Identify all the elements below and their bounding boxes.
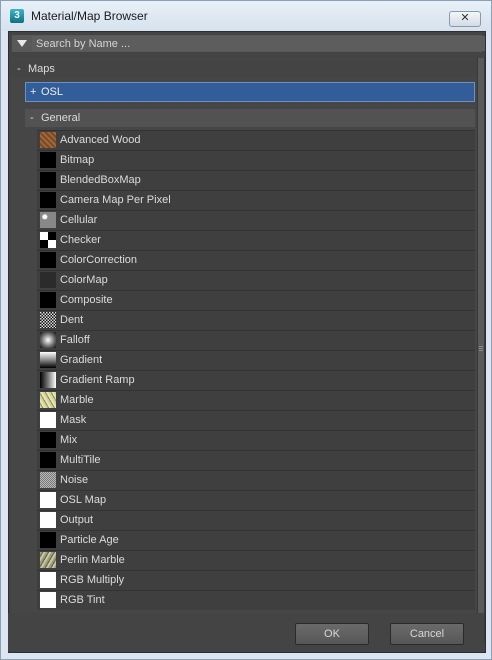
window-title: Material/Map Browser bbox=[31, 9, 148, 23]
map-thumbnail-icon bbox=[40, 432, 56, 448]
scroll-grip-line bbox=[479, 348, 483, 349]
map-list-item[interactable]: Cellular bbox=[37, 210, 475, 230]
map-item-label: Mix bbox=[60, 434, 78, 446]
map-item-label: BlendedBoxMap bbox=[60, 174, 141, 186]
map-item-label: Gradient Ramp bbox=[60, 374, 135, 386]
map-thumbnail-icon bbox=[40, 312, 56, 328]
map-item-label: OSL Map bbox=[60, 494, 107, 506]
map-thumbnail-icon bbox=[40, 532, 56, 548]
map-item-label: Composite bbox=[60, 294, 113, 306]
map-list-item[interactable]: Perlin Marble bbox=[37, 550, 475, 570]
map-item-label: ColorMap bbox=[60, 274, 108, 286]
map-thumbnail-icon bbox=[40, 392, 56, 408]
map-list-item[interactable]: BlendedBoxMap bbox=[37, 170, 475, 190]
close-button[interactable]: ✕ bbox=[449, 11, 481, 27]
map-thumbnail-icon bbox=[40, 572, 56, 588]
map-list-item[interactable]: Bitmap bbox=[37, 150, 475, 170]
map-thumbnail-icon bbox=[40, 172, 56, 188]
ok-button[interactable]: OK bbox=[295, 623, 369, 645]
map-thumbnail-icon bbox=[40, 192, 56, 208]
collapse-icon: - bbox=[30, 112, 34, 124]
map-item-label: Checker bbox=[60, 234, 101, 246]
search-bar bbox=[12, 35, 485, 52]
map-thumbnail-icon bbox=[40, 212, 56, 228]
cancel-button[interactable]: Cancel bbox=[390, 623, 464, 645]
map-list-item[interactable]: Output bbox=[37, 510, 475, 530]
scrollbar-thumb[interactable] bbox=[478, 58, 484, 642]
map-item-label: Mask bbox=[60, 414, 87, 426]
map-tree: - Maps + OSL - General Advanced Wood Bitm… bbox=[12, 58, 476, 642]
scroll-grip-line bbox=[479, 350, 483, 351]
map-list-item[interactable]: Particle Age bbox=[37, 530, 475, 550]
map-item-label: Advanced Wood bbox=[60, 134, 141, 146]
scroll-grip-line bbox=[479, 346, 483, 347]
map-thumbnail-icon bbox=[40, 372, 56, 388]
map-list-item[interactable]: Gradient Ramp bbox=[37, 370, 475, 390]
map-thumbnail-icon bbox=[40, 152, 56, 168]
map-list-item[interactable]: Mix bbox=[37, 430, 475, 450]
map-item-label: MultiTile bbox=[60, 454, 101, 466]
map-item-label: Noise bbox=[60, 474, 89, 486]
map-list-item[interactable]: Falloff bbox=[37, 330, 475, 350]
map-thumbnail-icon bbox=[40, 452, 56, 468]
map-list-item[interactable]: Checker bbox=[37, 230, 475, 250]
map-thumbnail-icon bbox=[40, 592, 56, 608]
map-thumbnail-icon bbox=[40, 352, 56, 368]
title-bar: 3 Material/Map Browser ✕ bbox=[1, 1, 491, 31]
map-item-label: Gradient bbox=[60, 354, 103, 366]
map-list-item[interactable]: OSL Map bbox=[37, 490, 475, 510]
map-thumbnail-icon bbox=[40, 132, 56, 148]
map-thumbnail-icon bbox=[40, 412, 56, 428]
group-general-label: General bbox=[41, 112, 81, 124]
map-item-label: RGB Multiply bbox=[60, 574, 125, 586]
group-osl-header[interactable]: + OSL bbox=[25, 82, 475, 102]
map-item-label: Dent bbox=[60, 314, 84, 326]
map-item-label: Marble bbox=[60, 394, 94, 406]
material-map-browser-window: 3 Material/Map Browser ✕ - Maps + OSL - … bbox=[0, 0, 492, 660]
map-item-label: RGB Tint bbox=[60, 594, 105, 606]
options-dropdown-arrow-icon[interactable] bbox=[17, 40, 27, 47]
map-thumbnail-icon bbox=[40, 492, 56, 508]
map-list-item[interactable]: Dent bbox=[37, 310, 475, 330]
map-thumbnail-icon bbox=[40, 252, 56, 268]
map-item-label: ColorCorrection bbox=[60, 254, 138, 266]
map-list-item[interactable]: Gradient bbox=[37, 350, 475, 370]
map-item-label: Camera Map Per Pixel bbox=[60, 194, 171, 206]
vertical-scrollbar[interactable] bbox=[477, 58, 485, 642]
map-thumbnail-icon bbox=[40, 472, 56, 488]
map-item-label: Cellular bbox=[60, 214, 98, 226]
group-maps-header[interactable]: - Maps bbox=[12, 60, 476, 78]
map-list-item[interactable]: Marble bbox=[37, 390, 475, 410]
map-item-label: Falloff bbox=[60, 334, 90, 346]
map-thumbnail-icon bbox=[40, 292, 56, 308]
map-thumbnail-icon bbox=[40, 512, 56, 528]
map-list-item[interactable]: Noise bbox=[37, 470, 475, 490]
map-list-item[interactable]: MultiTile bbox=[37, 450, 475, 470]
expand-icon: + bbox=[30, 86, 37, 98]
map-thumbnail-icon bbox=[40, 232, 56, 248]
browser-panel: - Maps + OSL - General Advanced Wood Bitm… bbox=[8, 31, 486, 653]
group-osl-label: OSL bbox=[41, 86, 64, 98]
map-thumbnail-icon bbox=[40, 332, 56, 348]
map-item-label: Bitmap bbox=[60, 154, 95, 166]
map-thumbnail-icon bbox=[40, 552, 56, 568]
app-3ds-icon: 3 bbox=[10, 9, 24, 23]
map-list-item[interactable]: RGB Multiply bbox=[37, 570, 475, 590]
map-item-label: Perlin Marble bbox=[60, 554, 125, 566]
group-maps-label: Maps bbox=[28, 63, 55, 75]
search-input[interactable] bbox=[32, 36, 485, 51]
map-item-label: Output bbox=[60, 514, 94, 526]
map-list-item[interactable]: RGB Tint bbox=[37, 590, 475, 610]
dialog-footer: OK Cancel bbox=[8, 613, 484, 651]
map-thumbnail-icon bbox=[40, 272, 56, 288]
map-list-item[interactable]: Advanced Wood bbox=[37, 130, 475, 150]
map-item-label: Particle Age bbox=[60, 534, 119, 546]
map-list-item[interactable]: ColorCorrection bbox=[37, 250, 475, 270]
map-list-item[interactable]: ColorMap bbox=[37, 270, 475, 290]
map-list-item[interactable]: Mask bbox=[37, 410, 475, 430]
map-list-item[interactable]: Camera Map Per Pixel bbox=[37, 190, 475, 210]
group-general-header[interactable]: - General bbox=[25, 109, 475, 127]
collapse-icon: - bbox=[17, 63, 21, 75]
map-list-item[interactable]: Composite bbox=[37, 290, 475, 310]
